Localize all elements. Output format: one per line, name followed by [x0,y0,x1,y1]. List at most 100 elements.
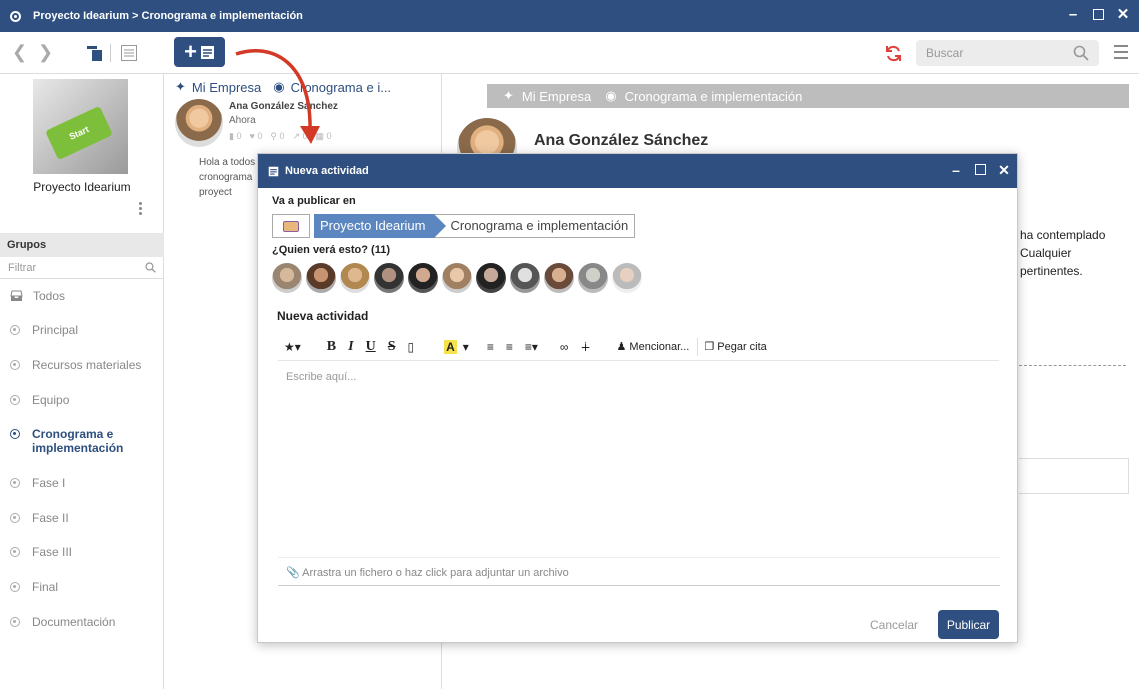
avatar[interactable] [544,263,574,293]
bold-icon[interactable]: B [327,339,336,355]
title-bar: Proyecto Idearium > Cronograma e impleme… [0,0,1139,32]
group-icon [10,617,20,627]
link-icon[interactable]: ∞ [560,340,569,354]
search-icon [145,262,156,273]
activity-editor[interactable]: Escribe aquí... [278,361,999,547]
avatar[interactable] [408,263,438,293]
close-icon[interactable]: ✕ [1115,6,1131,23]
mention-button[interactable]: ♟ Mencionar... [617,340,690,353]
bullet-list-icon[interactable]: ≡ [487,340,494,354]
search-input[interactable]: Buscar [916,40,1099,66]
underline-icon[interactable]: U [366,339,376,355]
window-title: Proyecto Idearium > Cronograma e impleme… [33,10,303,22]
inbox-icon [10,290,23,301]
section-label: Nueva actividad [277,309,369,323]
dialog-title: Nueva actividad [285,165,369,177]
network-icon: ✦ [503,88,514,103]
close-icon[interactable]: ✕ [997,162,1011,179]
split-view-icon[interactable] [86,44,104,62]
network-icon: ✦ [175,79,186,94]
hamburger-menu-icon[interactable] [1114,45,1128,63]
avatar[interactable] [272,263,302,293]
align-icon[interactable]: ≡▾ [525,340,538,354]
magic-wand-icon[interactable]: ★▾ [284,340,301,354]
sidebar-item-todos[interactable]: Todos [10,289,65,303]
paperclip-icon: 📎 [286,567,300,579]
note-icon [268,166,279,176]
publish-button[interactable]: Publicar [938,610,999,639]
toolbar-divider [110,44,111,62]
sidebar-item-final[interactable]: Final [10,580,58,594]
group-icon [10,360,20,370]
group-icon [10,478,20,488]
numbered-list-icon[interactable]: ≡ [506,340,513,354]
more-options-icon[interactable] [139,202,143,217]
detail-text: ha contemplado Cualquier pertinentes. [1020,228,1106,278]
group-icon: ◉ [605,88,617,103]
maximize-icon[interactable] [1090,6,1106,22]
comment-box[interactable] [1019,458,1129,494]
crumb-company-link[interactable]: Mi Empresa [522,89,591,104]
group-icon [10,429,20,439]
avatar[interactable] [374,263,404,293]
group-icon [10,547,20,557]
sidebar-item-fase-iii[interactable]: Fase III [10,545,72,559]
app-icon [10,10,21,22]
sidebar-item-equipo[interactable]: Equipo [10,393,69,407]
destination-breadcrumb: Proyecto Idearium Cronograma e implement… [272,214,636,238]
toolbar: ❮ ❯ + Buscar [0,32,1139,74]
avatar[interactable] [442,263,472,293]
destination-project[interactable]: Proyecto Idearium [314,214,445,238]
group-icon [10,513,20,523]
avatar[interactable] [612,263,642,293]
minimize-icon[interactable]: – [949,162,963,179]
detail-author[interactable]: Ana González Sánchez [534,132,708,150]
cancel-button[interactable]: Cancelar [870,618,918,632]
unlink-icon[interactable]: ∔ [580,340,590,354]
destination-group[interactable]: Cronograma e implementación [433,214,636,238]
new-activity-button[interactable]: + [174,37,225,67]
avatar[interactable] [578,263,608,293]
highlight-icon[interactable]: A [444,339,457,354]
attach-dropzone[interactable]: 📎 Arrastra un fichero o haz click para a… [278,557,1000,586]
maximize-icon[interactable] [973,162,987,179]
toolbar-divider [697,337,699,356]
avatar[interactable] [476,263,506,293]
eraser-icon[interactable]: ▯ [408,340,415,354]
project-image: Start [33,79,128,174]
forward-arrow-icon[interactable]: ❯ [38,42,53,63]
project-name: Proyecto Idearium [33,180,131,194]
sidebar-item-documentacion[interactable]: Documentación [10,615,115,629]
groups-filter-input[interactable]: Filtrar [0,257,164,279]
sidebar-item-principal[interactable]: Principal [10,323,78,337]
detail-breadcrumb: ✦ Mi Empresa ◉ Cronograma e implementaci… [487,84,1129,108]
group-icon [10,395,20,405]
avatar[interactable] [510,263,540,293]
post-text: Hola a todos cronograma proyect [199,157,256,198]
list-view-icon[interactable] [120,44,138,62]
sidebar-item-fase-i[interactable]: Fase I [10,476,65,490]
paste-quote-button[interactable]: ❐ Pegar cita [704,340,766,353]
folder-icon[interactable] [272,214,310,238]
sidebar-item-fase-ii[interactable]: Fase II [10,511,69,525]
annotation-arrow [235,49,320,144]
new-activity-dialog: Nueva actividad – ✕ Va a publicar en Pro… [257,153,1018,643]
author-avatar[interactable] [175,99,223,147]
dialog-header: Nueva actividad – ✕ [258,154,1017,188]
sidebar-item-recursos-materiales[interactable]: Recursos materiales [10,358,141,372]
italic-icon[interactable]: I [348,339,353,355]
crumb-group-link[interactable]: Cronograma e implementación [625,89,803,104]
sidebar-item-cronograma[interactable]: Cronograma e implementación [10,427,123,455]
refresh-icon[interactable] [884,44,903,63]
search-icon[interactable] [1073,45,1089,61]
group-icon [10,582,20,592]
minimize-icon[interactable]: – [1065,6,1081,23]
audience-label: ¿Quien verá esto? (11) [272,244,390,256]
chevron-down-icon[interactable]: ▾ [463,340,469,354]
group-icon [10,325,20,335]
avatar[interactable] [340,263,370,293]
back-arrow-icon[interactable]: ❮ [12,42,27,63]
strikethrough-icon[interactable]: S [388,339,396,355]
avatar[interactable] [306,263,336,293]
groups-header: Grupos [0,233,164,257]
